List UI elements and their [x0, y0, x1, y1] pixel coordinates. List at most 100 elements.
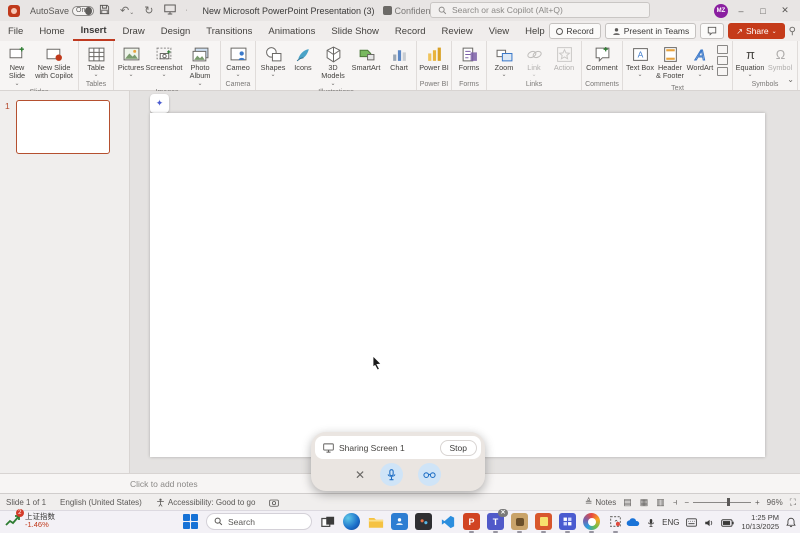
- bell-icon[interactable]: [786, 517, 796, 528]
- slideshow-icon[interactable]: ⫞: [673, 497, 678, 508]
- onedrive-cloud-icon[interactable]: [626, 518, 640, 527]
- screenshot-button[interactable]: Screenshot⌄: [146, 43, 182, 79]
- notes-toggle[interactable]: ≜Notes: [585, 497, 616, 508]
- start-button[interactable]: [183, 514, 199, 530]
- pictures-button[interactable]: Pictures⌄: [116, 43, 146, 79]
- collapse-ribbon-icon[interactable]: ⌄: [787, 75, 794, 84]
- autosave-toggle-switch[interactable]: On: [72, 6, 94, 16]
- zoom-slider[interactable]: − +: [684, 498, 759, 507]
- object-icon[interactable]: [717, 67, 728, 76]
- tab-design[interactable]: Design: [153, 23, 199, 40]
- accessibility-status[interactable]: Accessibility: Good to go: [156, 498, 256, 507]
- save-icon[interactable]: [99, 4, 110, 18]
- 3d-models-button[interactable]: 3D Models⌄: [318, 43, 348, 88]
- fit-slide-icon[interactable]: ⛶: [790, 497, 796, 508]
- restore-button[interactable]: □: [754, 3, 772, 19]
- header-footer-button[interactable]: Header & Footer: [655, 43, 685, 81]
- comment-button[interactable]: Comment: [584, 43, 620, 72]
- tab-insert[interactable]: Insert: [73, 22, 115, 41]
- reading-view-icon[interactable]: ▥: [656, 497, 665, 508]
- tab-review[interactable]: Review: [434, 23, 481, 40]
- normal-view-icon[interactable]: ▤: [623, 497, 632, 508]
- microphone-button[interactable]: [380, 463, 403, 486]
- copilot-search-box[interactable]: Search or ask Copilot (Alt+Q): [430, 2, 650, 18]
- autosave-toggle[interactable]: AutoSave On: [30, 6, 94, 16]
- record-button[interactable]: Record: [549, 23, 600, 39]
- tab-draw[interactable]: Draw: [115, 23, 153, 40]
- slide-canvas[interactable]: [150, 113, 765, 457]
- taskbar-search[interactable]: Search: [206, 513, 312, 530]
- teams-icon[interactable]: T✕: [487, 513, 504, 530]
- file-explorer-icon[interactable]: [367, 513, 384, 530]
- tab-transitions[interactable]: Transitions: [198, 23, 260, 40]
- glasses-button[interactable]: [418, 463, 441, 486]
- powerpoint-taskbar-icon[interactable]: P: [463, 513, 480, 530]
- zoom-out-icon[interactable]: −: [684, 498, 689, 507]
- tan-app-icon[interactable]: [511, 513, 528, 530]
- photos-icon[interactable]: [415, 513, 432, 530]
- clock[interactable]: 1:25 PM 10/13/2025: [741, 514, 779, 531]
- power-bi-button[interactable]: Power BI: [419, 43, 449, 72]
- forms-button[interactable]: Forms: [454, 43, 484, 72]
- close-button[interactable]: ✕: [776, 3, 794, 19]
- chart-button[interactable]: Chart: [384, 43, 414, 72]
- edge-icon[interactable]: [343, 513, 360, 530]
- speaker-icon[interactable]: [704, 518, 714, 528]
- table-button[interactable]: Table⌄: [81, 43, 111, 79]
- user-avatar[interactable]: MZ: [714, 4, 728, 18]
- redo-icon[interactable]: ↻: [144, 4, 153, 17]
- present-in-teams-button[interactable]: Present in Teams: [605, 23, 697, 39]
- language-indicator[interactable]: ENG: [662, 518, 679, 527]
- text-box-button[interactable]: A Text Box⌄: [625, 43, 655, 79]
- microsoft-365-icon[interactable]: [583, 513, 600, 530]
- stop-sharing-button[interactable]: Stop: [440, 440, 478, 456]
- undo-icon[interactable]: ↶⌄: [120, 4, 134, 17]
- slide-sorter-icon[interactable]: ▦: [640, 497, 649, 508]
- touch-keyboard-icon[interactable]: [686, 518, 697, 527]
- battery-icon[interactable]: [721, 519, 734, 527]
- tab-slide-show[interactable]: Slide Show: [323, 23, 387, 40]
- minimize-button[interactable]: –: [732, 3, 750, 19]
- smartart-button[interactable]: SmartArt: [348, 43, 384, 72]
- shapes-button[interactable]: Shapes⌄: [258, 43, 288, 79]
- share-screen-icon[interactable]: [164, 4, 176, 18]
- comments-button[interactable]: [700, 23, 724, 39]
- orange-app-icon[interactable]: [535, 513, 552, 530]
- photo-album-button[interactable]: Photo Album⌄: [182, 43, 218, 88]
- close-icon[interactable]: ✕: [355, 468, 365, 482]
- equation-button[interactable]: π Equation⌄: [735, 43, 765, 79]
- pin-ribbon-icon[interactable]: ⚲: [789, 26, 796, 37]
- violet-app-icon[interactable]: [559, 513, 576, 530]
- date-time-icon[interactable]: [717, 45, 728, 54]
- slide-thumbnail-panel[interactable]: 1: [0, 91, 130, 473]
- tab-view[interactable]: View: [481, 23, 517, 40]
- tab-record[interactable]: Record: [387, 23, 434, 40]
- tab-home[interactable]: Home: [31, 23, 72, 40]
- hidden-icons-chevron[interactable]: ⌃: [613, 519, 619, 527]
- slide-number-icon[interactable]: [717, 56, 728, 65]
- zoom-in-icon[interactable]: +: [755, 498, 760, 507]
- wordart-button[interactable]: A WordArt⌄: [685, 43, 715, 79]
- powerpoint-logo-icon[interactable]: [8, 5, 20, 17]
- slide-thumbnail-1[interactable]: [16, 100, 110, 154]
- new-slide-with-copilot-button[interactable]: New Slide with Copilot: [32, 43, 76, 81]
- tab-help[interactable]: Help: [517, 23, 553, 40]
- zoom-slider-thumb[interactable]: [727, 498, 730, 506]
- tray-microphone-icon[interactable]: [647, 518, 655, 528]
- zoom-level[interactable]: 96%: [767, 498, 783, 507]
- widgets-button[interactable]: 2 上证指数 -1.46%: [5, 513, 55, 529]
- new-slide-button[interactable]: New Slide⌄: [2, 43, 32, 88]
- zoom-button[interactable]: Zoom⌄: [489, 43, 519, 79]
- copilot-canvas-button[interactable]: ✦: [150, 94, 169, 113]
- blue-app-icon[interactable]: [391, 513, 408, 530]
- task-view-button[interactable]: [319, 513, 336, 530]
- vscode-icon[interactable]: [439, 513, 456, 530]
- tab-animations[interactable]: Animations: [260, 23, 323, 40]
- icons-button[interactable]: Icons: [288, 43, 318, 72]
- more-commands-icon[interactable]: ∙: [186, 7, 188, 14]
- cameo-button[interactable]: Cameo⌄: [223, 43, 253, 79]
- camera-status-icon[interactable]: [269, 498, 279, 507]
- language-status[interactable]: English (United States): [60, 498, 142, 507]
- tab-file[interactable]: File: [0, 23, 31, 40]
- share-button[interactable]: ↗Share⌄: [728, 23, 784, 39]
